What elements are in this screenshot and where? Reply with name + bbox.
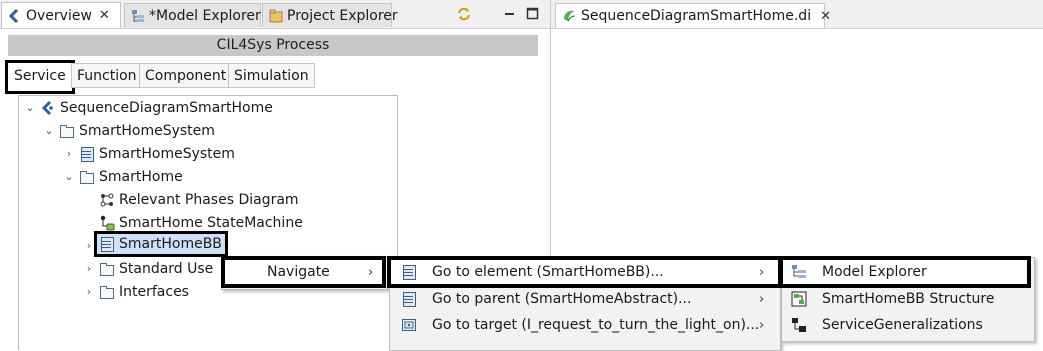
tree-item-relevant-phases-diagram[interactable]: Relevant Phases Diagram (99, 188, 299, 211)
menu-item-label: Model Explorer (822, 264, 927, 280)
menu-item-go-to-element[interactable]: Go to element (SmartHomeBB)... › (387, 256, 782, 288)
project-explorer-icon (269, 9, 283, 23)
tree-item-label: Interfaces (119, 283, 189, 300)
tree-item-label: SmartHome StateMachine (119, 214, 303, 231)
package-folder-icon (99, 284, 115, 300)
tree-item-label: SequenceDiagramSmartHome (60, 99, 273, 116)
menu-item-label: Navigate (267, 264, 330, 280)
package-folder-icon (99, 261, 115, 277)
structure-diagram-icon (791, 291, 807, 307)
chevron-down-icon[interactable]: ⌄ (43, 124, 55, 137)
package-folder-icon (79, 169, 95, 185)
close-icon[interactable]: ✕ (820, 9, 831, 24)
tree-item-label: SmartHome (99, 168, 183, 185)
tab-model-explorer[interactable]: *Model Explorer (124, 3, 261, 27)
chevron-right-icon[interactable]: › (63, 147, 75, 160)
maximize-icon[interactable] (525, 6, 541, 22)
chevron-down-icon[interactable]: ⌄ (24, 101, 36, 114)
menu-item-servicegeneralizations[interactable]: ServiceGeneralizations (781, 312, 1033, 338)
papyrus-di-icon (562, 9, 576, 23)
overview-icon (8, 8, 22, 23)
tree-item-smarthomesystem-package[interactable]: ⌄ SmartHomeSystem (43, 119, 215, 142)
target-icon (401, 317, 417, 333)
menu-item-navigate[interactable]: Navigate › (221, 256, 386, 288)
chevron-right-icon: › (759, 317, 765, 333)
papyrus-model-icon (40, 100, 56, 116)
tab-overview[interactable]: Overview ✕ (1, 2, 121, 28)
model-explorer-icon (131, 9, 145, 23)
chevron-right-icon: › (759, 264, 765, 280)
cil4sys-process-header: CIL4Sys Process (8, 35, 538, 56)
editor-tab-sequencediagram[interactable]: SequenceDiagramSmartHome.di ✕ (555, 3, 831, 28)
menu-item-go-to-parent[interactable]: Go to parent (SmartHomeAbstract)... › (389, 286, 779, 312)
chevron-right-icon[interactable]: › (83, 285, 95, 298)
tree-item-label: Relevant Phases Diagram (119, 191, 299, 208)
block-icon (401, 291, 417, 307)
tab-model-explorer-label: *Model Explorer (149, 7, 261, 24)
menu-item-label: Go to target (I_request_to_turn_the_ligh… (432, 317, 760, 333)
tab-project-explorer[interactable]: Project Explorer (262, 3, 398, 27)
tree-item-label: SmartHomeSystem (99, 145, 235, 162)
category-tab-component[interactable]: Component (139, 63, 233, 88)
state-machine-icon (99, 215, 115, 231)
menu-item-model-explorer[interactable]: Model Explorer (779, 256, 1031, 288)
tree-item-smarthomesystem-block[interactable]: › SmartHomeSystem (63, 142, 235, 165)
menu-item-smarthomebb-structure[interactable]: SmartHomeBB Structure (781, 286, 1033, 312)
menu-item-label: Go to parent (SmartHomeAbstract)... (432, 291, 692, 307)
category-tab-service[interactable]: Service (5, 60, 75, 94)
tree-item-label: SmartHomeSystem (79, 122, 215, 139)
tab-overview-label: Overview (26, 7, 92, 24)
menu-item-go-to-target[interactable]: Go to target (I_request_to_turn_the_ligh… (389, 312, 779, 338)
tree-item-smarthome-package[interactable]: ⌄ SmartHome (63, 165, 183, 188)
tree-item-smarthomebb[interactable]: SmartHomeBB (94, 231, 228, 257)
model-explorer-icon (791, 264, 807, 280)
close-icon[interactable]: ✕ (99, 8, 110, 23)
category-tab-function[interactable]: Function (71, 63, 143, 88)
chevron-right-icon[interactable]: › (83, 262, 95, 275)
phases-diagram-icon (99, 192, 115, 208)
package-folder-icon (59, 123, 75, 139)
tree-item-sequencediagramsmarthome[interactable]: ⌄ SequenceDiagramSmartHome (24, 96, 273, 119)
menu-item-label: SmartHomeBB Structure (822, 291, 995, 307)
block-icon (99, 236, 115, 252)
tree-item-standard-use[interactable]: › Standard Use (83, 257, 214, 280)
minimize-icon[interactable] (502, 6, 518, 22)
block-icon (401, 264, 417, 280)
category-tab-simulation[interactable]: Simulation (228, 63, 315, 88)
tree-item-interfaces[interactable]: › Interfaces (83, 280, 189, 303)
tree-item-label: SmartHomeBB (119, 236, 222, 252)
menu-item-label: ServiceGeneralizations (822, 317, 983, 333)
sync-icon[interactable] (456, 6, 472, 22)
block-icon (79, 146, 95, 162)
tree-item-label: Standard Use (119, 260, 214, 277)
chevron-down-icon[interactable]: ⌄ (63, 170, 75, 183)
generalization-icon (791, 317, 807, 333)
tab-project-explorer-label: Project Explorer (287, 7, 398, 24)
chevron-right-icon: › (368, 264, 374, 280)
editor-tab-label: SequenceDiagramSmartHome.di (581, 8, 812, 24)
chevron-right-icon: › (759, 291, 765, 307)
menu-item-label: Go to element (SmartHomeBB)... (432, 264, 664, 280)
